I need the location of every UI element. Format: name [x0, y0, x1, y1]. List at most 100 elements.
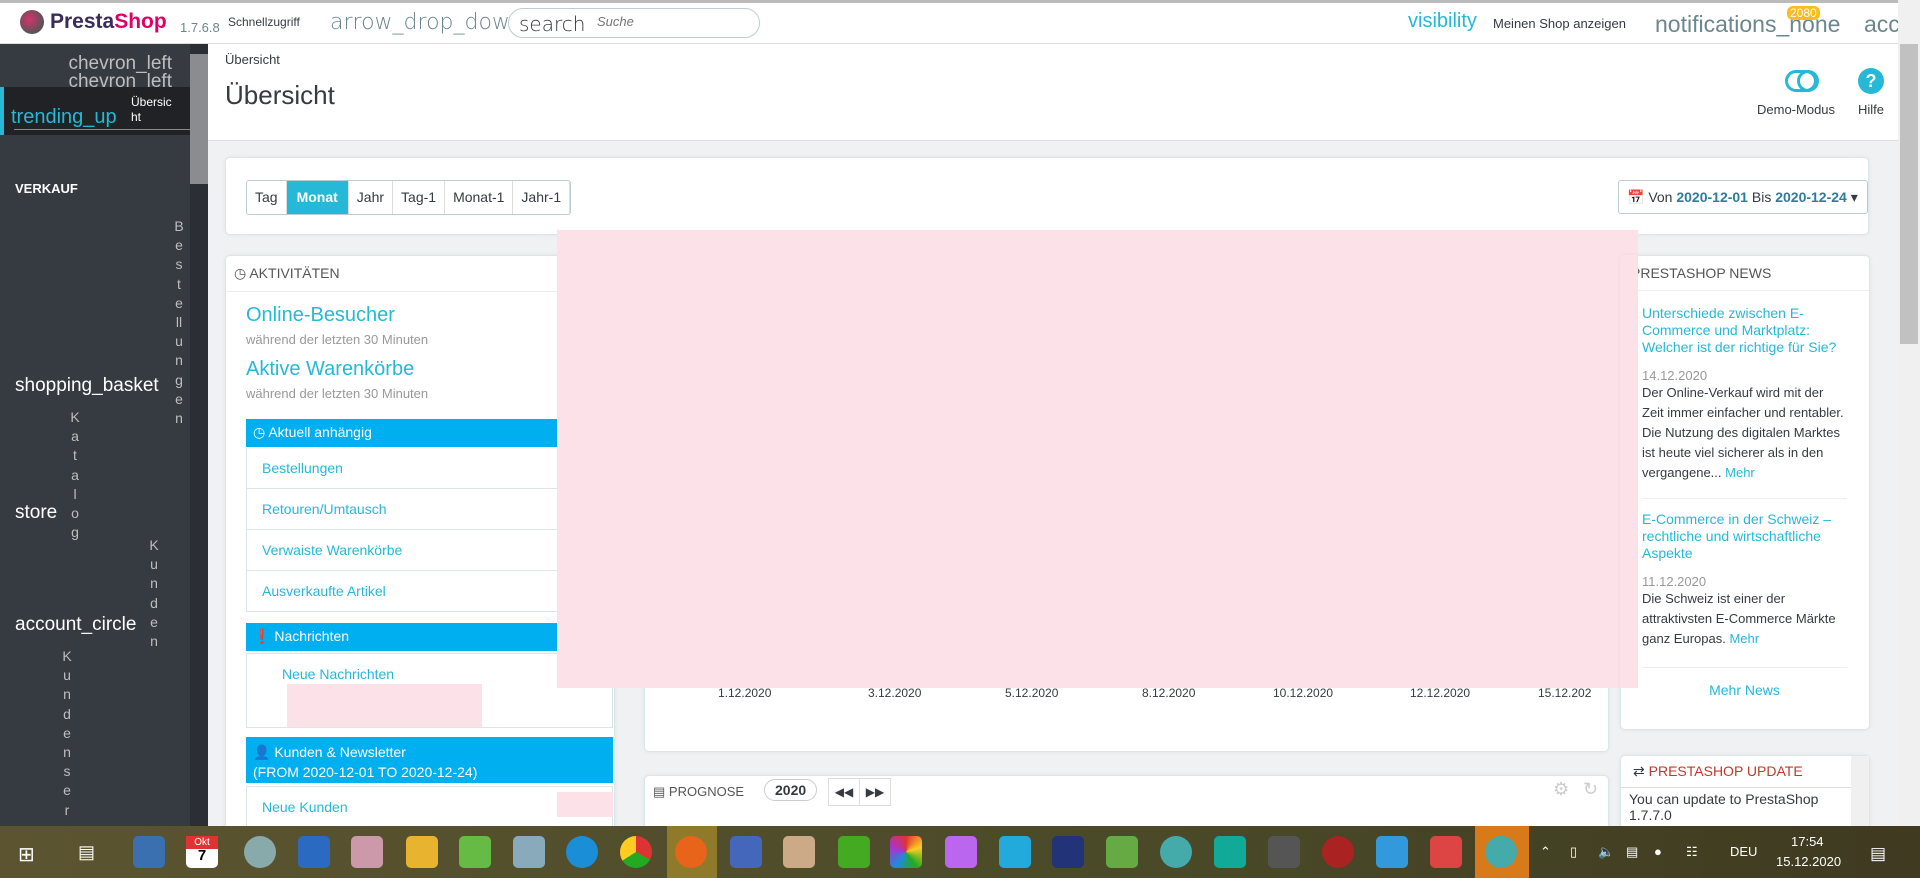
gear-icon[interactable]: ⚙ — [1553, 779, 1569, 800]
notification-center-icon[interactable]: ▤ — [1870, 844, 1886, 864]
sidebar-item-orders[interactable]: Bestellungen — [174, 217, 184, 428]
demo-mode-button[interactable]: Demo-Modus — [1757, 102, 1835, 117]
sidebar-scrollbar-thumb[interactable] — [190, 54, 208, 184]
clock-time[interactable]: 17:54 — [1791, 834, 1824, 849]
von-label: Von — [1648, 189, 1673, 205]
clock-icon: ◷ — [253, 424, 266, 440]
app-icon[interactable] — [1376, 836, 1408, 868]
app-icon[interactable] — [1485, 836, 1517, 868]
keyboard-icon[interactable]: ☷ — [1686, 844, 1698, 860]
volume-icon[interactable]: 🔈 — [1598, 844, 1614, 860]
brand-presta: Presta — [50, 10, 115, 33]
online-visitors: Online-Besucher — [246, 304, 395, 326]
app-icon[interactable] — [1214, 836, 1246, 868]
windows-start-icon[interactable]: ⊞ — [18, 842, 35, 867]
next-year-button[interactable]: ▶▶ — [859, 778, 891, 806]
more-news-link[interactable]: Mehr News — [1642, 682, 1847, 698]
prestashop-logo-icon[interactable] — [20, 10, 44, 34]
refresh-icon[interactable]: ↻ — [1583, 779, 1598, 800]
usb-icon[interactable]: ▯ — [1570, 844, 1577, 860]
app-icon[interactable] — [730, 836, 762, 868]
page-title: Übersicht — [225, 80, 335, 110]
period-button-group: Tag Monat Jahr Tag-1 Monat-1 Jahr-1 — [246, 180, 572, 215]
messages-title: Nachrichten — [274, 628, 350, 644]
period-jahr-1[interactable]: Jahr-1 — [513, 181, 571, 214]
news-item-body: Der Online-Verkauf wird mit der Zeit imm… — [1642, 383, 1847, 483]
app-icon[interactable] — [459, 836, 491, 868]
period-monat[interactable]: Monat — [286, 181, 349, 214]
forecast-heading: ▤ PROGNOSE — [653, 784, 744, 800]
period-tag-1[interactable]: Tag-1 — [393, 181, 446, 214]
x-tick: 10.12.2020 — [1273, 686, 1334, 700]
app-icon[interactable] — [1430, 836, 1462, 868]
update-panel: ⇄ PRESTASHOP UPDATE You can update to Pr… — [1620, 755, 1870, 831]
paint-app-icon[interactable] — [783, 836, 815, 868]
help-icon[interactable]: ? — [1858, 68, 1884, 94]
search-icon[interactable]: search — [519, 12, 585, 36]
account-circle-icon[interactable]: account_circle — [15, 614, 136, 636]
app-icon[interactable] — [1106, 836, 1138, 868]
edge-browser-icon[interactable] — [566, 836, 598, 868]
redacted-area — [287, 684, 482, 727]
news-item-body: Die Schweiz ist einer der attraktivsten … — [1642, 589, 1847, 649]
clock-app-icon[interactable] — [244, 836, 276, 868]
news-item-title[interactable]: Unterschiede zwischen E-Commerce und Mar… — [1642, 305, 1847, 356]
virtualbox-icon[interactable] — [1052, 836, 1084, 868]
update-heading: ⇄ PRESTASHOP UPDATE — [1621, 756, 1869, 788]
task-view-icon[interactable]: ▤ — [78, 842, 95, 863]
x-tick: 12.12.2020 — [1410, 686, 1471, 700]
app-icon[interactable] — [1322, 836, 1354, 868]
sidebar-item-label: Übersic ht — [131, 95, 172, 124]
mail-app-icon[interactable] — [298, 836, 330, 868]
date-range-picker[interactable]: 📅 Von 2020-12-01 Bis 2020-12-24 ▾ — [1618, 180, 1868, 214]
period-jahr[interactable]: Jahr — [348, 181, 394, 214]
shopping-basket-icon[interactable]: shopping_basket — [15, 375, 159, 397]
bis-label: Bis — [1751, 189, 1772, 205]
period-tag[interactable]: Tag — [247, 181, 287, 214]
app-icon[interactable] — [351, 836, 383, 868]
active-carts: Aktive Warenkörbe — [246, 358, 415, 380]
quick-access-button[interactable]: Schnellzugriff — [228, 15, 300, 29]
file-explorer-icon[interactable] — [406, 836, 438, 868]
update-scrollbar[interactable] — [1851, 756, 1869, 831]
page-scrollbar-thumb[interactable] — [1900, 44, 1918, 344]
sidebar-item-customers[interactable]: Kunden — [149, 536, 159, 651]
tray-chevron-up-icon[interactable]: ⌃ — [1540, 844, 1551, 860]
news-more-link[interactable]: Mehr — [1729, 631, 1759, 646]
app-icon[interactable] — [1160, 836, 1192, 868]
trending-up-icon: trending_up — [11, 106, 117, 128]
search-input[interactable] — [597, 14, 747, 29]
visibility-icon[interactable]: visibility — [1408, 10, 1477, 33]
x-tick: 5.12.2020 — [1005, 686, 1059, 700]
refresh-icon: ⇄ — [1633, 763, 1645, 779]
app-icon[interactable] — [133, 836, 165, 868]
store-icon[interactable]: store — [15, 502, 57, 524]
panel-heading: ◷ AKTIVITÄTEN — [226, 256, 614, 292]
breadcrumb[interactable]: Übersicht — [225, 52, 280, 67]
account-icon[interactable]: acc — [1864, 11, 1898, 38]
arrow-drop-down-icon[interactable]: arrow_drop_down — [330, 10, 524, 35]
app-icon[interactable] — [890, 836, 922, 868]
sidebar-item-catalog[interactable]: Katalog — [70, 408, 80, 542]
app-icon[interactable] — [838, 836, 870, 868]
period-monat-1[interactable]: Monat-1 — [445, 181, 514, 214]
news-item-title[interactable]: E-Commerce in der Schweiz – rechtliche u… — [1642, 511, 1847, 562]
firefox-browser-icon[interactable] — [675, 836, 707, 868]
network-icon[interactable]: ▤ — [1626, 844, 1638, 860]
brand-logo[interactable]: PrestaShop — [50, 10, 167, 34]
affinity-photo-icon[interactable] — [945, 836, 977, 868]
sidebar-item-customer-service[interactable]: Kundenservi — [62, 647, 72, 826]
news-more-link[interactable]: Mehr — [1725, 465, 1755, 480]
chrome-browser-icon[interactable] — [620, 836, 652, 868]
app-icon[interactable] — [513, 836, 545, 868]
app-icon[interactable] — [1268, 836, 1300, 868]
app-tray-icon[interactable]: ● — [1654, 844, 1662, 859]
toggle-icon[interactable] — [1785, 70, 1819, 92]
clock-date[interactable]: 15.12.2020 — [1776, 854, 1841, 869]
input-language[interactable]: DEU — [1730, 844, 1757, 859]
view-shop-link[interactable]: Meinen Shop anzeigen — [1493, 16, 1626, 31]
previous-year-button[interactable]: ◀◀ — [828, 778, 860, 806]
calendar-app-icon[interactable]: Okt 7 — [186, 836, 218, 868]
help-button[interactable]: Hilfe — [1858, 102, 1884, 117]
affinity-designer-icon[interactable] — [999, 836, 1031, 868]
